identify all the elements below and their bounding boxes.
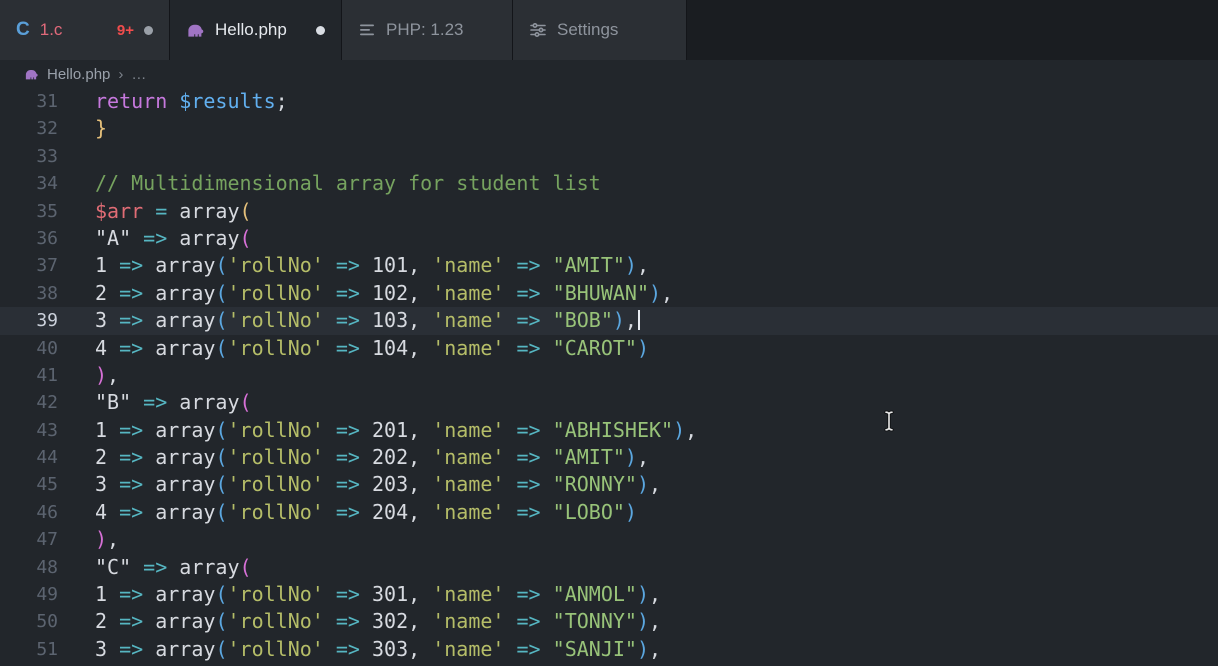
tab-php-version[interactable]: PHP: 1.23: [342, 0, 513, 60]
code-line[interactable]: 48 "C" => array(: [0, 554, 1218, 581]
line-number[interactable]: 32: [0, 115, 58, 142]
tab-label: Settings: [557, 20, 618, 40]
php-elephant-icon: [24, 67, 39, 82]
code-text: 3 => array('rollNo' => 303, 'name' => "S…: [95, 636, 661, 663]
code-text: 1 => array('rollNo' => 101, 'name' => "A…: [95, 252, 649, 279]
settings-sliders-icon: [529, 21, 547, 39]
code-text: $arr = array(: [95, 198, 252, 225]
code-text: 1 => array('rollNo' => 201, 'name' => "A…: [95, 417, 697, 444]
code-text: 2 => array('rollNo' => 302, 'name' => "T…: [95, 608, 661, 635]
code-text: 4 => array('rollNo' => 104, 'name' => "C…: [95, 335, 649, 362]
code-text: "C" => array(: [95, 554, 252, 581]
code-text: }: [95, 115, 107, 142]
line-number[interactable]: 48: [0, 554, 58, 581]
editor-lines: 31return $results;32}3334// Multidimensi…: [0, 88, 1218, 663]
line-number[interactable]: 46: [0, 499, 58, 526]
code-line[interactable]: 34 // Multidimensional array for student …: [0, 170, 1218, 197]
line-number[interactable]: 40: [0, 335, 58, 362]
tab-hello-php[interactable]: Hello.php: [170, 0, 342, 60]
line-number[interactable]: 50: [0, 608, 58, 635]
line-number[interactable]: 33: [0, 143, 58, 170]
breadcrumb-separator: ›: [118, 66, 123, 83]
line-number[interactable]: 41: [0, 362, 58, 389]
code-text: 2 => array('rollNo' => 102, 'name' => "B…: [95, 280, 673, 307]
code-line[interactable]: 45 3 => array('rollNo' => 203, 'name' => …: [0, 471, 1218, 498]
code-line[interactable]: 42 "B" => array(: [0, 389, 1218, 416]
line-number[interactable]: 42: [0, 389, 58, 416]
code-text: 3 => array('rollNo' => 203, 'name' => "R…: [95, 471, 661, 498]
code-text: 1 => array('rollNo' => 301, 'name' => "A…: [95, 581, 661, 608]
breadcrumb-more[interactable]: …: [131, 66, 146, 83]
error-count-badge: 9+: [117, 22, 134, 39]
code-line[interactable]: 49 1 => array('rollNo' => 301, 'name' => …: [0, 581, 1218, 608]
tab-label: PHP: 1.23: [386, 20, 464, 40]
line-number[interactable]: 47: [0, 526, 58, 553]
code-text: // Multidimensional array for student li…: [95, 170, 601, 197]
code-line[interactable]: 47),: [0, 526, 1218, 553]
code-line[interactable]: 31 return $results;: [0, 88, 1218, 115]
line-number[interactable]: 39: [0, 307, 58, 334]
code-line[interactable]: 32}: [0, 115, 1218, 142]
code-line[interactable]: 40 4 => array('rollNo' => 104, 'name' => …: [0, 335, 1218, 362]
tab-label: 1.c: [40, 20, 63, 40]
code-text: return $results;: [95, 88, 288, 115]
code-line[interactable]: 37 1 => array('rollNo' => 101, 'name' => …: [0, 252, 1218, 279]
code-line[interactable]: 39 3 => array('rollNo' => 103, 'name' => …: [0, 307, 1218, 334]
line-number[interactable]: 34: [0, 170, 58, 197]
code-text: "A" => array(: [95, 225, 252, 252]
tab-bar-empty-space: [687, 0, 1218, 60]
line-number[interactable]: 45: [0, 471, 58, 498]
tab-bar: C 1.c 9+ Hello.php PHP: 1.23 Settings: [0, 0, 1218, 60]
code-text: 4 => array('rollNo' => 204, 'name' => "L…: [95, 499, 637, 526]
php-elephant-icon: [186, 21, 205, 40]
line-number[interactable]: 43: [0, 417, 58, 444]
line-number[interactable]: 38: [0, 280, 58, 307]
modified-dot-icon[interactable]: [316, 26, 325, 35]
text-caret: [638, 310, 640, 330]
code-line[interactable]: 44 2 => array('rollNo' => 202, 'name' => …: [0, 444, 1218, 471]
code-line[interactable]: 38 2 => array('rollNo' => 102, 'name' => …: [0, 280, 1218, 307]
line-number[interactable]: 35: [0, 198, 58, 225]
code-text: ),: [95, 362, 119, 389]
code-line[interactable]: 36 "A" => array(: [0, 225, 1218, 252]
breadcrumb-file[interactable]: Hello.php: [47, 66, 110, 83]
php-version-icon: [358, 21, 376, 39]
line-number[interactable]: 51: [0, 636, 58, 663]
code-text: "B" => array(: [95, 389, 252, 416]
code-line[interactable]: 43 1 => array('rollNo' => 201, 'name' => …: [0, 417, 1218, 444]
line-number[interactable]: 37: [0, 252, 58, 279]
tab-label: Hello.php: [215, 20, 287, 40]
line-number[interactable]: 36: [0, 225, 58, 252]
tab-1c[interactable]: C 1.c 9+: [0, 0, 170, 60]
code-text: 2 => array('rollNo' => 202, 'name' => "A…: [95, 444, 649, 471]
code-line[interactable]: 41),: [0, 362, 1218, 389]
line-number[interactable]: 31: [0, 88, 58, 115]
tab-settings[interactable]: Settings: [513, 0, 687, 60]
code-line[interactable]: 51 3 => array('rollNo' => 303, 'name' => …: [0, 636, 1218, 663]
modified-dot-icon[interactable]: [144, 26, 153, 35]
line-number[interactable]: 44: [0, 444, 58, 471]
editor[interactable]: 31return $results;32}3334// Multidimensi…: [0, 88, 1218, 666]
breadcrumb: Hello.php › …: [0, 60, 1218, 88]
c-language-icon: C: [16, 19, 30, 41]
line-number[interactable]: 49: [0, 581, 58, 608]
code-line[interactable]: 33: [0, 143, 1218, 170]
code-text: ),: [95, 526, 119, 553]
code-line[interactable]: 46 4 => array('rollNo' => 204, 'name' => …: [0, 499, 1218, 526]
code-text: 3 => array('rollNo' => 103, 'name' => "B…: [95, 307, 640, 334]
code-line[interactable]: 50 2 => array('rollNo' => 302, 'name' => …: [0, 608, 1218, 635]
code-line[interactable]: 35 $arr = array(: [0, 198, 1218, 225]
